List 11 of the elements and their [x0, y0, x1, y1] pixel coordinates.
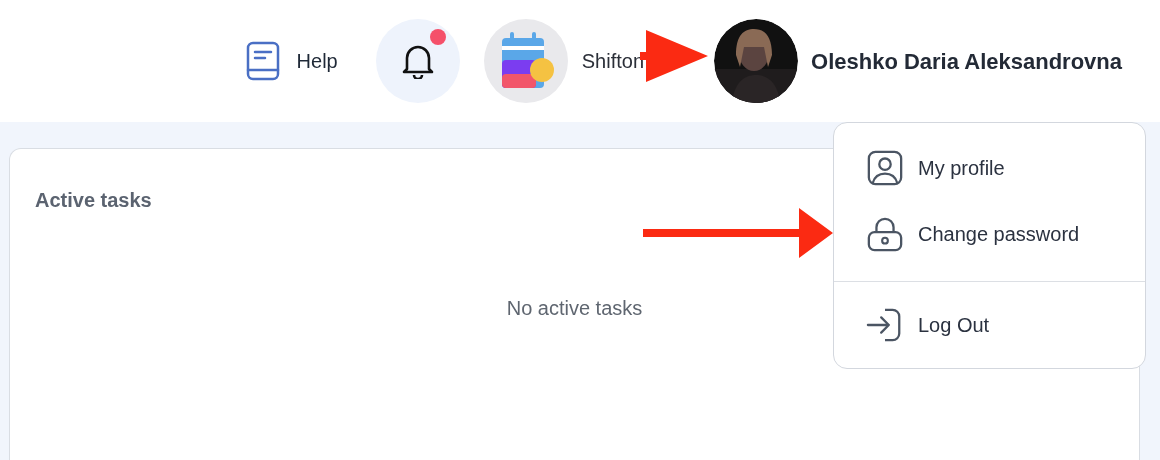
- user-name[interactable]: Oleshko Daria Aleksandrovna: [811, 44, 1122, 78]
- help-link[interactable]: Help: [245, 41, 338, 81]
- menu-item[interactable]: My profile: [834, 135, 1145, 201]
- empty-message: No active tasks: [505, 296, 644, 321]
- bell-icon: [400, 43, 435, 79]
- company-name: Shifton: [581, 49, 644, 74]
- menu-item[interactable]: Log Out: [834, 292, 1145, 358]
- card-title: Active tasks: [35, 188, 152, 213]
- person-icon: [866, 148, 904, 188]
- book-icon: [245, 41, 280, 81]
- menu-item[interactable]: Change password: [834, 201, 1145, 267]
